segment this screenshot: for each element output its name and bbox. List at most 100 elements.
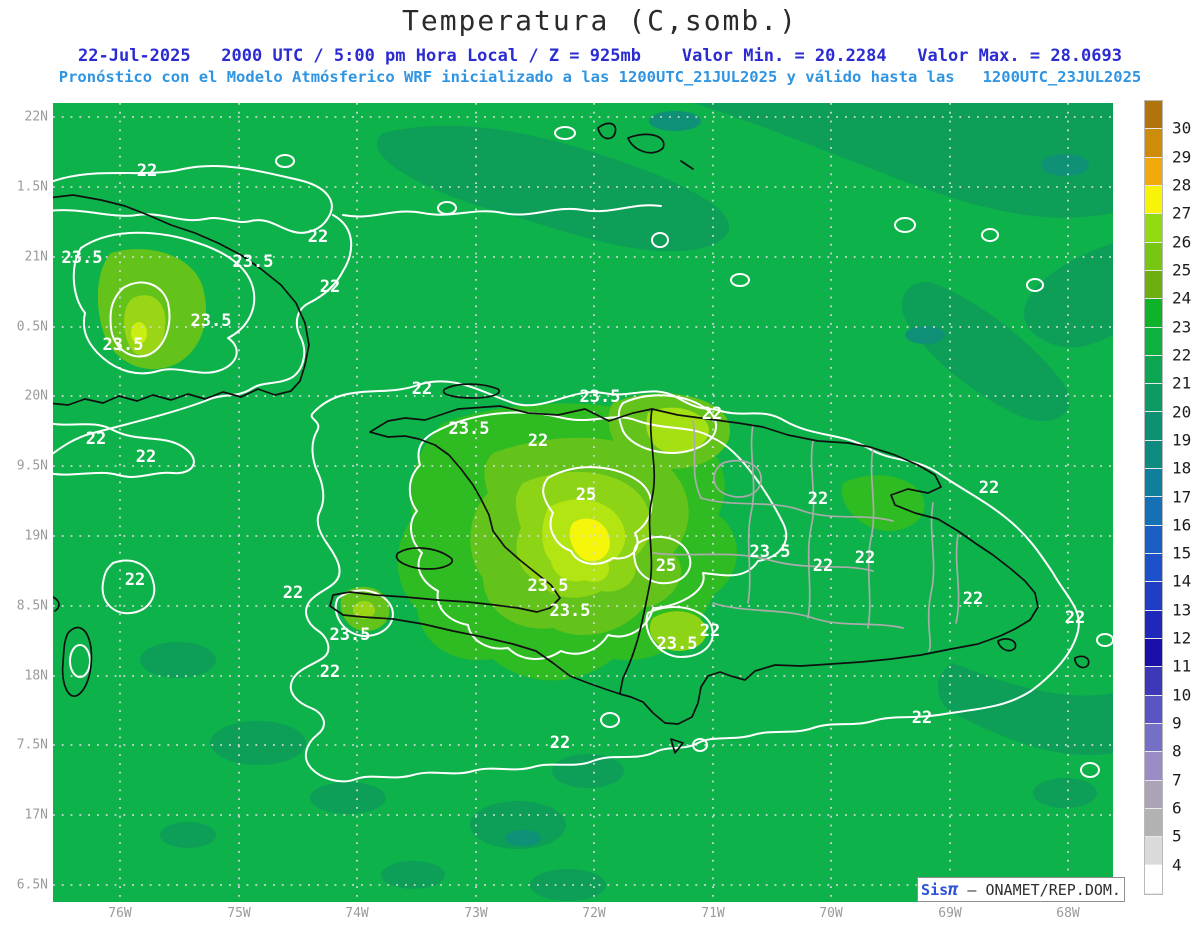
lat-tick-label: 18N (24, 668, 48, 684)
colorbar-tick-label: 23 (1172, 317, 1192, 337)
colorbar-tick-label: 27 (1172, 203, 1192, 223)
colorbar-cell (1145, 355, 1162, 385)
colorbar-cell (1145, 412, 1162, 441)
colorbar-tick-label: 9 (1172, 713, 1182, 733)
colorbar-tick-label: 10 (1172, 685, 1192, 705)
pi-icon: π (948, 879, 959, 900)
colorbar-tick-label: 16 (1172, 515, 1192, 535)
colorbar-tick-label: 15 (1172, 543, 1192, 563)
colorbar-tick-label: 7 (1172, 770, 1182, 790)
temperature-map-svg: 2223.5 23.5222223.523.52222222223.5222223… (47, 103, 1114, 902)
forecast-map: 22 23.5 23.5 22 22 23.5 23.5 22 22 22 22 23.5 22 22 23… (47, 103, 1114, 902)
contour-value-label: 23.5 (233, 252, 274, 272)
colorbar-cell (1145, 695, 1162, 724)
colorbar-tick-label: 17 (1172, 487, 1192, 506)
lon-tick-label: 70W (819, 906, 843, 921)
lat-tick-label: 17N (24, 807, 48, 823)
contour-value-label: 23.5 (62, 248, 103, 268)
org-label: – ONAMET/REP.DOM. (958, 880, 1121, 899)
contour-value-label: 22 (1065, 608, 1085, 628)
colorbar-cell (1145, 214, 1162, 243)
lon-tick-label: 71W (701, 906, 725, 921)
contour-value-label: 22 (855, 548, 875, 568)
colorbar-cell (1145, 384, 1162, 413)
colorbar-cell (1145, 525, 1162, 554)
colorbar-cell (1145, 157, 1162, 186)
lon-tick-label: 72W (582, 906, 606, 921)
colorbar-cell (1145, 780, 1162, 809)
lat-tick-label: 20N (24, 388, 48, 404)
colorbar-cell (1145, 638, 1162, 668)
colorbar-tick-label: 24 (1172, 288, 1192, 308)
colorbar-cell (1145, 101, 1162, 130)
colorbar-cell (1145, 299, 1162, 328)
contour-value-label: 22 (320, 662, 340, 682)
contour-value-label: 22 (550, 733, 570, 753)
colorbar-tick-label: 5 (1172, 826, 1182, 846)
lat-tick-label: 21N (24, 249, 48, 265)
contour-value-label: 23.5 (580, 387, 621, 407)
sispi-onamet-badge: Sis π – ONAMET/REP.DOM. (917, 877, 1125, 902)
colorbar-cell (1145, 865, 1162, 894)
colorbar-cell (1145, 440, 1162, 470)
model-init-line: Pronóstico con el Modelo Atmósferico WRF… (58, 68, 1142, 86)
colorbar-tick-label: 29 (1172, 147, 1192, 167)
contour-value-label: 22 (700, 621, 720, 641)
contour-value-label: 23.5 (330, 625, 371, 645)
contour-value-label: 23.5 (550, 601, 591, 621)
colorbar-tick-label: 28 (1172, 175, 1192, 195)
contour-value-label: 22 (136, 447, 156, 467)
contour-value-label: 22 (137, 161, 157, 181)
contour-value-label: 23.5 (449, 419, 490, 439)
contour-value-label: 22 (320, 277, 340, 297)
colorbar-tick-label: 8 (1172, 741, 1182, 761)
contour-value-label: 23.5 (750, 542, 791, 562)
colorbar-tick-label: 21 (1172, 373, 1192, 393)
contour-value-label: 22 (979, 478, 999, 498)
colorbar-cell (1145, 129, 1162, 158)
colorbar-tick-label: 30 (1172, 118, 1192, 138)
contour-value-label: 22 (912, 708, 932, 728)
colorbar-cell (1145, 497, 1162, 526)
lon-tick-label: 69W (938, 906, 962, 921)
colorbar-tick-label: 25 (1172, 260, 1192, 280)
colorbar-cell (1145, 242, 1162, 271)
colorbar-cell (1145, 808, 1162, 838)
colorbar-tick-label: 20 (1172, 402, 1192, 422)
contour-value-label: 22 (86, 429, 106, 449)
contour-value-label: 22 (528, 431, 548, 451)
colorbar-cell (1145, 185, 1162, 215)
lat-tick-label: 0.5N (16, 319, 48, 335)
colorbar-tick-label: 19 (1172, 430, 1192, 450)
colorbar-cell (1145, 610, 1162, 639)
colorbar-cell (1145, 327, 1162, 356)
colorbar-tick-label: 6 (1172, 798, 1182, 818)
contour-value-label: 23.5 (657, 634, 698, 654)
colorbar-cell (1145, 554, 1162, 583)
lon-tick-label: 68W (1056, 906, 1080, 921)
contour-value-label: 22 (283, 583, 303, 603)
colorbar-cell (1145, 667, 1162, 696)
contour-value-label: 22 (808, 489, 828, 509)
colorbar-tick-label: 14 (1172, 571, 1192, 591)
contour-value-label: 25 (656, 556, 676, 576)
lat-tick-label: 9.5N (16, 458, 48, 474)
contour-value-label: 22 (412, 379, 432, 399)
colorbar-cell (1145, 582, 1162, 611)
lat-tick-label: 7.5N (16, 737, 48, 753)
colorbar-tick-label: 12 (1172, 628, 1192, 648)
colorbar-tick-label: 13 (1172, 600, 1192, 620)
colorbar-tick-label: 26 (1172, 232, 1192, 252)
weather-map-page: { "header": { "title": "Temperatura (C,s… (0, 0, 1200, 927)
contour-value-label: 22 (308, 227, 328, 247)
contour-value-label: 22 (702, 404, 722, 424)
lat-tick-label: 19N (24, 528, 48, 544)
contour-value-label: 23.5 (191, 311, 232, 331)
colorbar-cell (1145, 469, 1162, 498)
lon-tick-label: 75W (227, 906, 251, 921)
colorbar-cell (1145, 752, 1162, 781)
lat-tick-label: 6.5N (16, 877, 48, 893)
colorbar-tick-label: 18 (1172, 458, 1192, 478)
lon-tick-label: 74W (345, 906, 369, 921)
contour-value-label: 22 (963, 589, 983, 609)
